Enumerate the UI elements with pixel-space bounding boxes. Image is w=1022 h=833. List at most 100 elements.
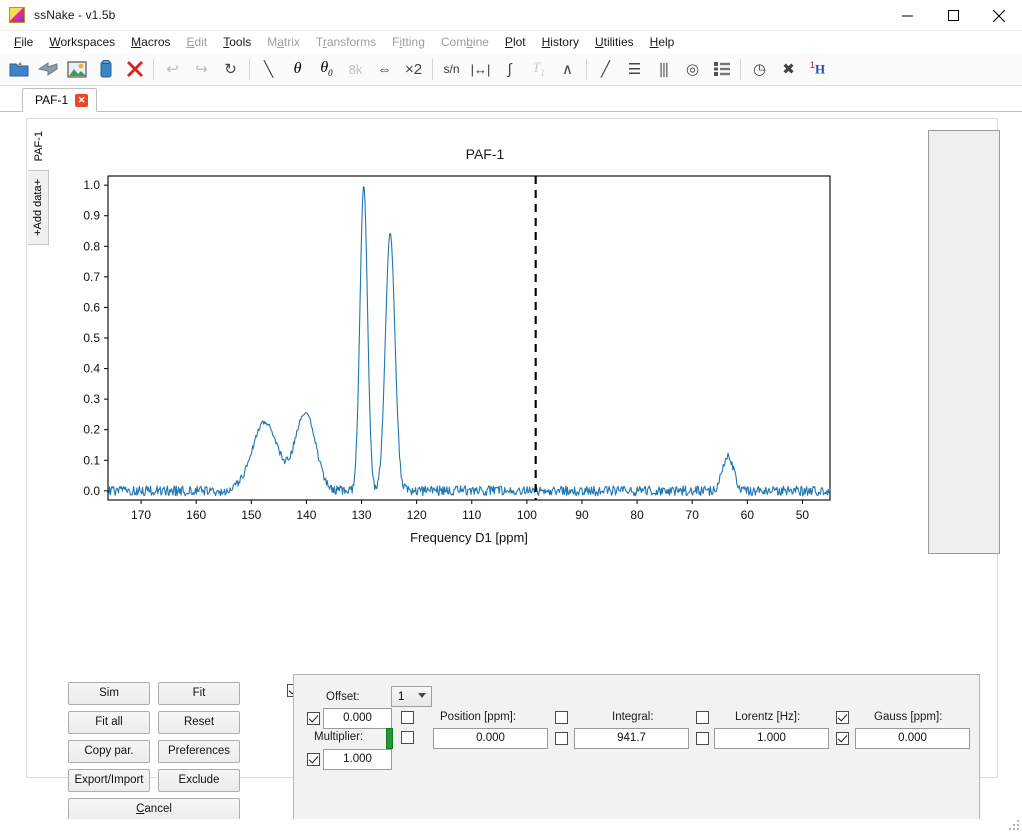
position-header-checkbox[interactable] — [555, 711, 568, 724]
multiplot-icon[interactable] — [708, 56, 735, 83]
fit-button-grid: Sim Fit Fit all Reset Copy par. Preferen… — [68, 682, 280, 827]
document-tab-label: PAF-1 — [35, 93, 69, 107]
svg-text:170: 170 — [131, 508, 151, 522]
export-import-button[interactable]: Export/Import — [68, 769, 150, 792]
menu-item-help[interactable]: Help — [642, 33, 683, 51]
toolbar-separator — [249, 58, 250, 80]
svg-text:0.7: 0.7 — [83, 270, 100, 284]
save-icon[interactable] — [34, 56, 61, 83]
document-tab-paf-1[interactable]: PAF-1 ✕ — [22, 88, 98, 112]
menu-item-history[interactable]: History — [534, 33, 587, 51]
clear-icon[interactable]: ✖ — [775, 56, 802, 83]
svg-text:130: 130 — [352, 508, 372, 522]
menu-item-combine: Combine — [440, 35, 489, 49]
multiplier-input[interactable]: 1.000 — [323, 749, 392, 770]
svg-text:80: 80 — [630, 508, 644, 522]
integral-fit-checkbox[interactable] — [696, 732, 709, 745]
open-folder-icon[interactable] — [5, 56, 32, 83]
preferences-button[interactable]: Preferences — [158, 740, 240, 763]
side-tab-add-data[interactable]: +Add data+ — [28, 170, 49, 246]
lorentz-label: Lorentz [Hz]: — [735, 711, 801, 723]
app-icon — [9, 7, 25, 23]
offset-input[interactable]: 0.000 — [323, 708, 392, 729]
site-count-value: 1 — [398, 690, 405, 703]
close-icon[interactable]: ✕ — [75, 93, 89, 107]
title-bar: ssNake - v1.5b — [0, 0, 1022, 31]
svg-text:110: 110 — [462, 508, 481, 522]
menu-item-tools[interactable]: Tools — [215, 33, 259, 51]
lorentz-header-checkbox[interactable] — [836, 711, 849, 724]
lorentz-fit-checkbox[interactable] — [836, 732, 849, 745]
stack-plot-icon[interactable]: ☰ — [621, 56, 648, 83]
menu-item-workspaces[interactable]: Workspaces — [41, 33, 123, 51]
copy-icon[interactable] — [92, 56, 119, 83]
svg-text:60: 60 — [741, 508, 755, 522]
minimize-button[interactable] — [884, 0, 930, 31]
menu-item-macros[interactable]: Macros — [123, 33, 178, 51]
history-clock-icon[interactable]: ◷ — [746, 56, 773, 83]
spectrum-plot-area[interactable]: PAF-1 0.0 0.1 0.2 0.3 0.4 0.5 0.6 0.7 0.8 0.9 1.0 1… — [60, 120, 910, 665]
window-title: ssNake - v1.5b — [34, 8, 116, 22]
reset-button[interactable]: Reset — [158, 711, 240, 734]
menu-item-plot[interactable]: Plot — [497, 33, 534, 51]
menu-item-utilities[interactable]: Utilities — [587, 33, 642, 51]
signal-to-noise-icon[interactable]: s/n — [438, 56, 465, 83]
position-input[interactable]: 0.000 — [433, 728, 548, 749]
svg-text:50: 50 — [796, 508, 810, 522]
menu-item-matrix: Matrix — [267, 35, 300, 49]
peak-fit-icon[interactable]: ∧ — [554, 56, 581, 83]
toolbar-separator — [740, 58, 741, 80]
array-plot-icon[interactable]: ||| — [650, 56, 677, 83]
fit-button[interactable]: Fit — [158, 682, 240, 705]
menu-item-file[interactable]: File — [6, 33, 41, 51]
svg-text:90: 90 — [575, 508, 589, 522]
maximize-button[interactable] — [930, 0, 976, 31]
side-info-panel — [928, 130, 1000, 554]
svg-text:140: 140 — [296, 508, 316, 522]
contour-plot-icon[interactable]: ◎ — [679, 56, 706, 83]
shift-icon[interactable]: ⇔ — [371, 56, 398, 83]
toolbar-separator — [586, 58, 587, 80]
side-tab-paf-1[interactable]: PAF-1 — [28, 122, 50, 171]
menu-item-fitting: Fitting — [392, 35, 425, 49]
line-plot-icon[interactable]: ╱ — [592, 56, 619, 83]
fitting-controls: Sim Fit Fit all Reset Copy par. Preferen… — [40, 672, 980, 833]
close-button[interactable] — [976, 0, 1022, 31]
site-color-indicator — [386, 728, 393, 749]
nucleus-1h-icon[interactable]: 1H — [804, 56, 831, 83]
reload-icon[interactable]: ↻ — [217, 56, 244, 83]
position-fit-checkbox[interactable] — [555, 732, 568, 745]
phase-theta-icon[interactable]: θ — [284, 56, 311, 83]
resize-grip[interactable] — [1008, 820, 1019, 831]
exclude-button[interactable]: Exclude — [158, 769, 240, 792]
sim-button[interactable]: Sim — [68, 682, 150, 705]
export-image-icon[interactable] — [63, 56, 90, 83]
undo-icon: ↩ — [166, 61, 179, 78]
svg-text:0.1: 0.1 — [83, 453, 100, 467]
fwhm-icon[interactable]: |↔| — [467, 56, 494, 83]
offset-fit-checkbox[interactable] — [401, 711, 414, 724]
svg-text:100: 100 — [517, 508, 537, 522]
offset-enable-checkbox[interactable] — [307, 712, 320, 725]
fit-all-button[interactable]: Fit all — [68, 711, 150, 734]
gauss-input[interactable]: 0.000 — [855, 728, 970, 749]
toolbar: ↩ ↪ ↻ ╲ θ θ0 8k ⇔ ×2 s/n |↔| ∫ T1 ∧ ╱ ☰ ||| ◎ ◷ ✖ 1H — [0, 53, 1022, 86]
baseline-icon[interactable]: ╲ — [255, 56, 282, 83]
multiplier-enable-checkbox[interactable] — [307, 753, 320, 766]
copy-par-button[interactable]: Copy par. — [68, 740, 150, 763]
spectrum-svg[interactable]: 0.0 0.1 0.2 0.3 0.4 0.5 0.6 0.7 0.8 0.9 1.0 170 160 1… — [60, 168, 840, 588]
multiplier-fit-checkbox[interactable] — [401, 731, 414, 744]
cancel-button[interactable]: Cancel — [68, 798, 240, 821]
delete-icon[interactable] — [121, 56, 148, 83]
toolbar-separator — [432, 58, 433, 80]
integral-input[interactable]: 941.7 — [574, 728, 689, 749]
multiply-x2-icon[interactable]: ×2 — [400, 56, 427, 83]
position-label: Position [ppm]: — [440, 711, 517, 723]
phase-theta0-icon[interactable]: θ0 — [313, 56, 340, 83]
window-controls — [884, 0, 1022, 31]
integral-header-checkbox[interactable] — [696, 711, 709, 724]
lorentz-input[interactable]: 1.000 — [714, 728, 829, 749]
integrate-icon[interactable]: ∫ — [496, 56, 523, 83]
site-count-select[interactable]: 1 — [391, 686, 432, 707]
side-tab-label: PAF-1 — [33, 131, 45, 162]
